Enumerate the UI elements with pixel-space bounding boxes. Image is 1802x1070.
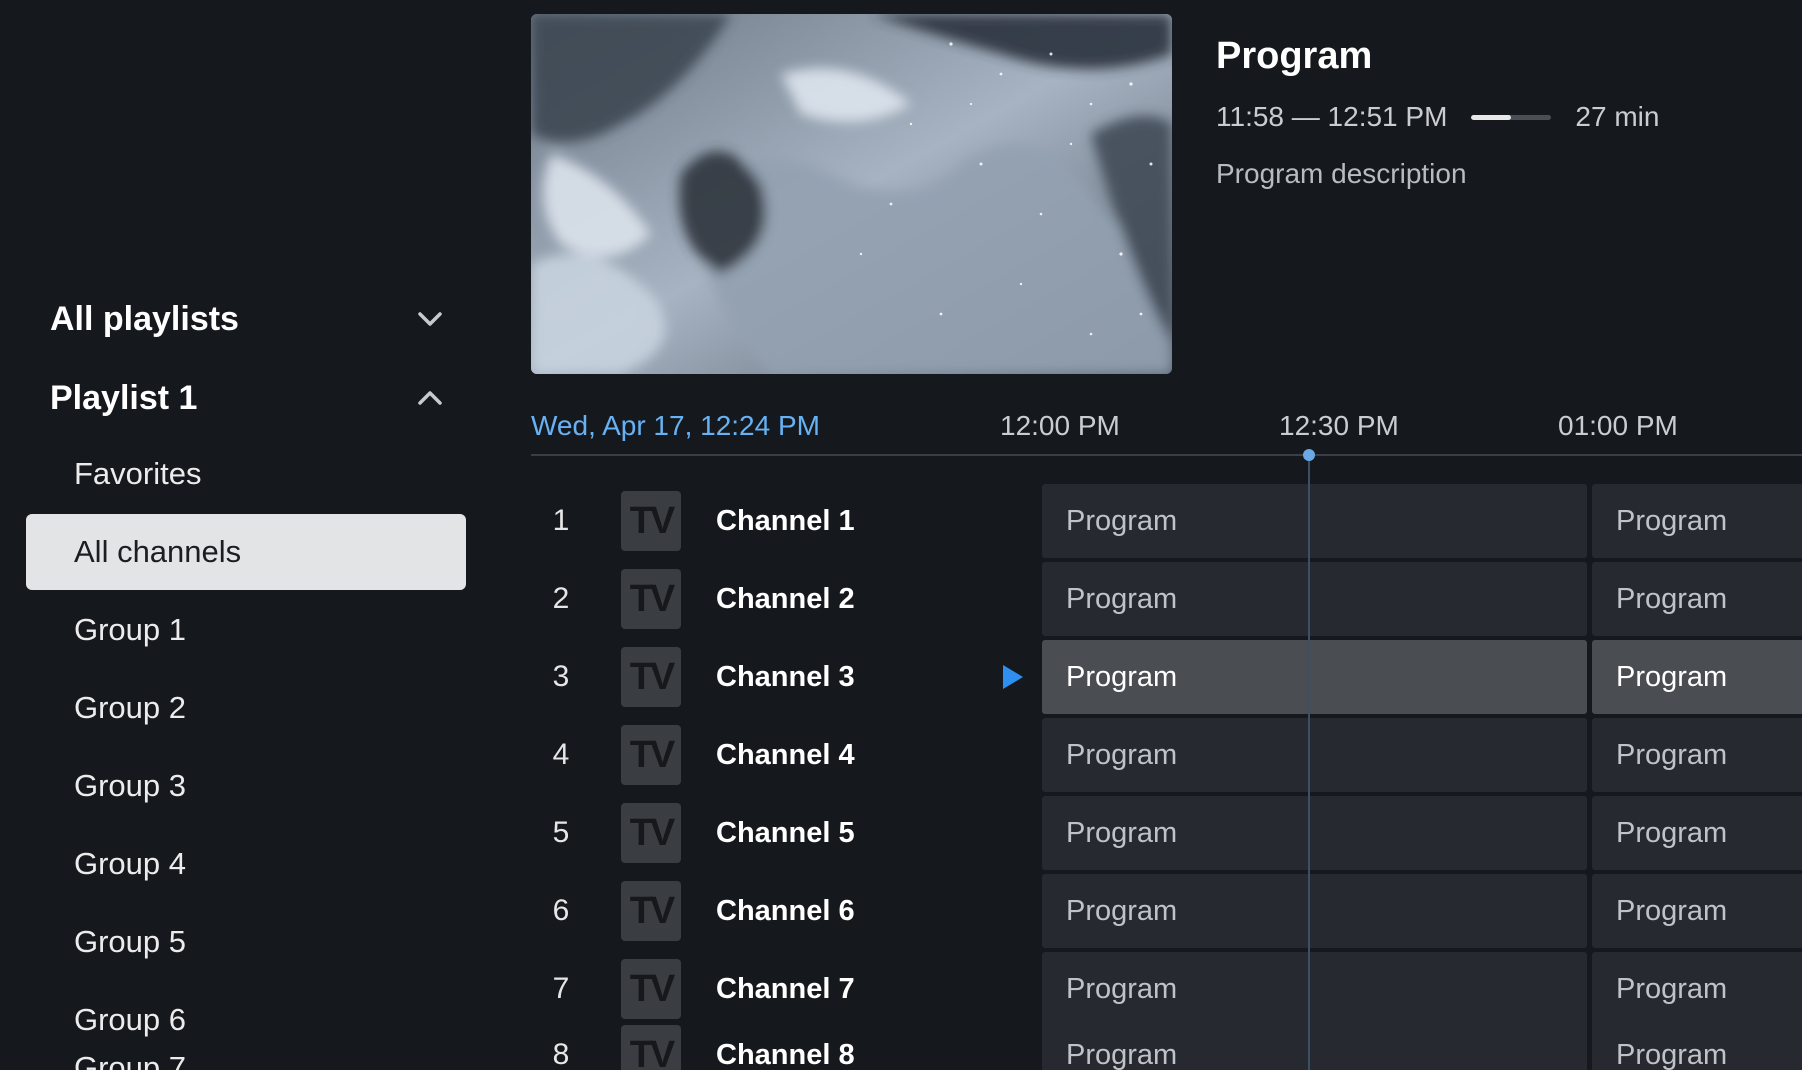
timeline-divider xyxy=(531,454,1802,456)
channel-name: Channel 3 xyxy=(716,661,855,693)
sidebar-item-group-1[interactable]: Group 1 xyxy=(26,592,466,668)
channel-logo-text: TV xyxy=(629,1033,676,1070)
channel-number: 1 xyxy=(552,504,570,537)
program-cell[interactable]: Program xyxy=(1592,484,1802,558)
channel-number: 3 xyxy=(552,660,570,693)
program-cell[interactable]: Program xyxy=(1592,640,1802,714)
program-title: Program xyxy=(1216,35,1373,77)
timeline-label-1200: 12:00 PM xyxy=(1000,410,1120,441)
channel-number: 2 xyxy=(552,582,570,615)
tv-logo-icon: TV xyxy=(621,725,681,785)
chevron-up-icon[interactable] xyxy=(410,378,450,418)
sidebar-item-group-5[interactable]: Group 5 xyxy=(26,904,466,980)
chevron-down-icon[interactable] xyxy=(410,299,450,339)
channel-row[interactable]: 1 TV Channel 1 Program Program xyxy=(531,484,1802,558)
program-cell[interactable]: Program xyxy=(1042,718,1587,792)
video-preview[interactable] xyxy=(531,14,1172,374)
channel-logo-text: TV xyxy=(629,499,676,542)
tv-logo-icon: TV xyxy=(621,1025,681,1070)
channel-name: Channel 2 xyxy=(716,583,855,615)
channel-logo-text: TV xyxy=(629,733,676,776)
playlist-1-header[interactable]: Playlist 1 xyxy=(50,370,450,426)
sidebar-item-favorites[interactable]: Favorites xyxy=(26,436,466,512)
channel-number: 8 xyxy=(552,1038,570,1070)
sidebar-item-label: Group 5 xyxy=(74,924,187,959)
tv-logo-icon: TV xyxy=(621,881,681,941)
current-time-line xyxy=(1308,455,1310,1070)
program-cell[interactable]: Program xyxy=(1592,1018,1802,1070)
guide-header: Wed, Apr 17, 12:24 PM 12:00 PM 12:30 PM … xyxy=(531,400,1802,456)
tv-logo-icon: TV xyxy=(621,491,681,551)
sidebar: All playlists Playlist 1 Favorites All c… xyxy=(0,0,480,1070)
all-playlists-header[interactable]: All playlists xyxy=(50,291,450,347)
sidebar-item-label: Group 1 xyxy=(74,612,187,647)
current-time-marker xyxy=(1303,449,1315,461)
channel-name: Channel 1 xyxy=(716,505,855,537)
program-progress-fill xyxy=(1471,114,1512,120)
program-cell[interactable]: Program xyxy=(1592,796,1802,870)
tv-logo-icon: TV xyxy=(621,647,681,707)
program-cell[interactable]: Program xyxy=(1042,640,1587,714)
current-datetime: Wed, Apr 17, 12:24 PM xyxy=(531,410,820,441)
sidebar-item-group-2[interactable]: Group 2 xyxy=(26,670,466,746)
program-cell[interactable]: Program xyxy=(1592,562,1802,636)
channel-number: 6 xyxy=(552,894,570,927)
sidebar-item-group-4[interactable]: Group 4 xyxy=(26,826,466,902)
sidebar-item-label: Favorites xyxy=(74,456,202,491)
channel-name: Channel 8 xyxy=(716,1039,855,1070)
timeline-label-1230: 12:30 PM xyxy=(1279,410,1399,441)
channel-number: 5 xyxy=(552,816,570,849)
program-time-row: 11:58 — 12:51 PM 27 min xyxy=(1216,92,1796,142)
channel-logo-text: TV xyxy=(629,655,676,698)
sidebar-item-label: All channels xyxy=(74,534,242,569)
channel-row[interactable]: 5 TV Channel 5 Program Program xyxy=(531,796,1802,870)
channel-logo-text: TV xyxy=(629,577,676,620)
sidebar-item-group-7[interactable]: Group 7 xyxy=(26,1036,466,1070)
channel-logo-text: TV xyxy=(629,889,676,932)
sidebar-item-group-3[interactable]: Group 3 xyxy=(26,748,466,824)
channel-row-active[interactable]: 3 TV Channel 3 Program Program xyxy=(531,640,1802,714)
program-cell[interactable]: Program xyxy=(1042,1018,1587,1070)
program-cell[interactable]: Program xyxy=(1042,796,1587,870)
channel-row[interactable]: 6 TV Channel 6 Program Program xyxy=(531,874,1802,948)
channel-row[interactable]: 8 TV Channel 8 Program Program xyxy=(531,1010,1802,1070)
program-cell[interactable]: Program xyxy=(1042,484,1587,558)
channel-row[interactable]: 2 TV Channel 2 Program Program xyxy=(531,562,1802,636)
channel-name: Channel 4 xyxy=(716,739,855,771)
program-info: Program 11:58 — 12:51 PM 27 min Program … xyxy=(1216,28,1796,194)
tv-logo-icon: TV xyxy=(621,803,681,863)
program-cell[interactable]: Program xyxy=(1592,874,1802,948)
channel-name: Channel 6 xyxy=(716,895,855,927)
sidebar-item-label: Group 4 xyxy=(74,846,187,881)
channel-row[interactable]: 4 TV Channel 4 Program Program xyxy=(531,718,1802,792)
sidebar-item-label: Group 6 xyxy=(74,1002,187,1037)
sidebar-item-label: Group 3 xyxy=(74,768,187,803)
channel-logo-text: TV xyxy=(629,967,676,1010)
sidebar-item-all-channels[interactable]: All channels xyxy=(26,514,466,590)
program-cell[interactable]: Program xyxy=(1592,718,1802,792)
tv-logo-icon: TV xyxy=(621,569,681,629)
program-cell[interactable]: Program xyxy=(1042,874,1587,948)
program-description: Program description xyxy=(1216,158,1467,189)
waterfall-image xyxy=(531,14,1172,374)
channel-logo-text: TV xyxy=(629,811,676,854)
tv-guide-app: All playlists Playlist 1 Favorites All c… xyxy=(0,0,1802,1070)
sidebar-item-label: Group 2 xyxy=(74,690,187,725)
channel-name: Channel 5 xyxy=(716,817,855,849)
program-cell[interactable]: Program xyxy=(1042,562,1587,636)
timeline-label-0100: 01:00 PM xyxy=(1558,410,1678,441)
play-icon xyxy=(1003,665,1023,689)
all-playlists-label: All playlists xyxy=(50,299,239,338)
program-time-range: 11:58 — 12:51 PM xyxy=(1216,101,1448,132)
sidebar-item-label: Group 7 xyxy=(74,1050,187,1070)
channel-number: 4 xyxy=(552,738,570,771)
program-progress-bar xyxy=(1471,114,1552,120)
program-duration: 27 min xyxy=(1575,101,1660,132)
playlist-1-label: Playlist 1 xyxy=(50,378,198,417)
